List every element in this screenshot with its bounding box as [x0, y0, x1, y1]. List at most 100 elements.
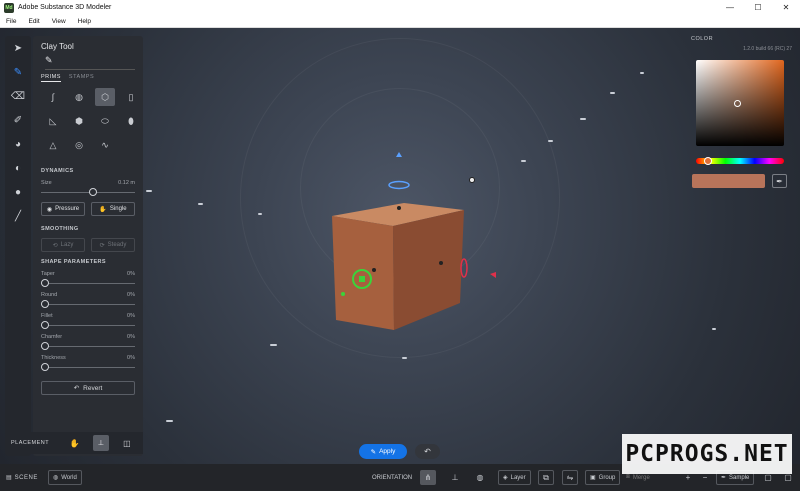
color-cursor[interactable] [734, 100, 741, 107]
merge-button[interactable]: Merge [633, 475, 650, 481]
cube-prim-icon[interactable]: ⬡ [95, 88, 115, 106]
eyedropper-icon[interactable]: ✒ [772, 174, 787, 188]
param-value: 0% [127, 313, 135, 319]
param-slider[interactable] [41, 300, 135, 308]
param-value: 0% [127, 292, 135, 298]
menu-bar: File Edit View Help [0, 15, 800, 28]
smooth-tool-icon[interactable]: ✐ [5, 108, 31, 132]
hand-placement-icon[interactable]: ✋ [67, 435, 83, 451]
param-slider-knob[interactable] [41, 321, 49, 329]
gizmo-ring-red [460, 258, 468, 278]
undo-button[interactable]: ↶ [415, 444, 440, 459]
sample-label: Sample [729, 474, 750, 481]
lazy-button[interactable]: ⟲ Lazy [41, 238, 85, 252]
egg-prim-icon[interactable]: ⬮ [121, 112, 141, 130]
param-label: Chamfer [41, 334, 63, 340]
param-slider[interactable] [41, 321, 135, 329]
capsule-prim-icon[interactable]: ⬭ [95, 112, 115, 130]
param-row: Thickness 0% [41, 355, 135, 361]
revert-label: Revert [83, 384, 103, 392]
param-row: Round 0% [41, 292, 135, 298]
color-saturation-field[interactable] [696, 60, 784, 146]
menu-edit[interactable]: Edit [28, 18, 39, 25]
menu-file[interactable]: File [6, 18, 16, 25]
size-label: Size [41, 180, 52, 186]
revert-button[interactable]: ↶ Revert [41, 381, 135, 395]
orientation-node-icon[interactable]: ⋔ [420, 470, 436, 485]
tab-stamps[interactable]: STAMPS [69, 74, 94, 82]
mirror-icon[interactable]: ⇋ [562, 470, 578, 485]
param-slider-knob[interactable] [41, 363, 49, 371]
torus-prim-icon[interactable]: ◎ [69, 136, 89, 154]
maximize-button[interactable]: ☐ [744, 0, 772, 15]
param-slider-knob[interactable] [41, 342, 49, 350]
menu-view[interactable]: View [52, 18, 66, 25]
cylinder-prim-icon[interactable]: ▯ [121, 88, 141, 106]
size-value: 0.12 m [118, 180, 135, 186]
cone-prim-icon[interactable]: △ [43, 136, 63, 154]
brush-tool-icon[interactable]: ╱ [5, 204, 31, 228]
param-slider[interactable] [41, 279, 135, 287]
layer-button[interactable]: ◈ Layer [498, 470, 531, 485]
single-label: Single [109, 206, 127, 212]
param-value: 0% [127, 271, 135, 277]
axis-placement-icon[interactable]: ⟂ [93, 435, 110, 451]
param-slider[interactable] [41, 342, 135, 350]
apply-icon: ✎ [370, 448, 377, 456]
select-tool-icon[interactable]: ➤ [5, 36, 31, 60]
single-icon: ✋ [99, 206, 107, 213]
gizmo-ring-top [388, 180, 410, 190]
pressure-button[interactable]: ◉ Pressure [41, 202, 85, 216]
param-row: Fillet 0% [41, 313, 135, 319]
surface-placement-icon[interactable]: ◫ [119, 435, 135, 451]
param-slider-knob[interactable] [41, 279, 49, 287]
menu-help[interactable]: Help [78, 18, 91, 25]
layer-label: Layer [510, 474, 526, 481]
orientation-label: ORIENTATION [372, 474, 413, 481]
curve-prim-icon[interactable]: ∫ [43, 88, 63, 106]
single-button[interactable]: ✋ Single [91, 202, 135, 216]
polyhedron-prim-icon[interactable]: ⬢ [69, 112, 89, 130]
param-label: Thickness [41, 355, 66, 361]
wedge-prim-icon[interactable]: ◺ [43, 112, 63, 130]
symmetry-tool-icon[interactable]: ◐ [5, 156, 31, 180]
group-button[interactable]: ▣ Group [585, 470, 621, 485]
orientation-globe-icon[interactable]: ◍ [472, 470, 488, 485]
param-label: Round [41, 292, 58, 298]
tab-prims[interactable]: PRIMS [41, 74, 61, 82]
size-slider-knob[interactable] [88, 188, 97, 196]
erase-tool-icon[interactable]: ⌫ [5, 84, 31, 108]
param-row: Taper 0% [41, 271, 135, 277]
paint-tool-icon[interactable]: ◕ [5, 132, 31, 156]
steady-label: Steady [107, 242, 127, 248]
wave-prim-icon[interactable]: ∿ [95, 136, 115, 154]
minimize-button[interactable]: — [716, 0, 744, 15]
hue-slider[interactable] [696, 157, 784, 165]
lazy-icon: ⟲ [52, 242, 58, 249]
close-button[interactable]: ✕ [772, 0, 800, 15]
merge-icon: ⧈ [626, 474, 630, 480]
steady-icon: ⟳ [99, 242, 105, 249]
param-slider[interactable] [41, 363, 135, 371]
world-button[interactable]: ◍ World [48, 470, 82, 485]
orientation-axis-icon[interactable]: ⊥ [447, 470, 463, 485]
color-swatch[interactable] [692, 174, 765, 188]
clay-brush-icon[interactable]: ✎ [45, 55, 135, 70]
size-slider[interactable] [41, 188, 135, 196]
param-row: Chamfer 0% [41, 334, 135, 340]
param-slider-knob[interactable] [41, 300, 49, 308]
primitive-grid: ∫ ◍ ⬡ ▯ ◺ ⬢ ⬭ ⬮ △ ◎ ∿ [43, 88, 135, 154]
scene-toggle[interactable]: ▤ SCENE [6, 470, 38, 485]
hue-knob[interactable] [704, 157, 712, 165]
inflate-tool-icon[interactable]: ● [5, 180, 31, 204]
apply-button[interactable]: ✎ Apply [359, 444, 407, 459]
color-panel: COLOR ✒ [688, 36, 792, 196]
steady-button[interactable]: ⟳ Steady [91, 238, 135, 252]
group-label: Group [598, 474, 616, 481]
pressure-label: Pressure [55, 206, 80, 212]
scene-label: SCENE [14, 474, 38, 481]
lazy-label: Lazy [60, 242, 74, 248]
clay-tool-icon[interactable]: ✎ [5, 60, 31, 84]
duplicate-icon[interactable]: ⧉ [538, 470, 554, 485]
sphere-prim-icon[interactable]: ◍ [69, 88, 89, 106]
